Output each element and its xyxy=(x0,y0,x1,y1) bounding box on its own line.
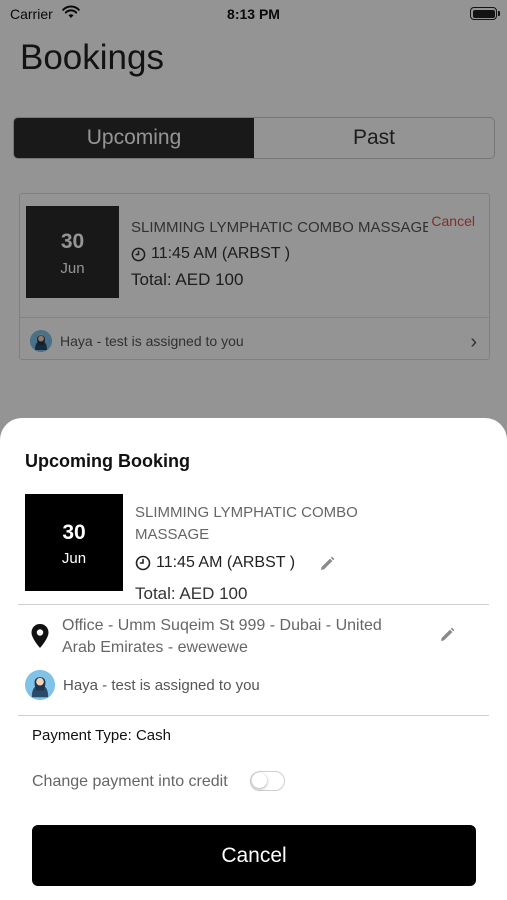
edit-time-icon[interactable] xyxy=(318,555,336,573)
upcoming-booking-sheet: Upcoming Booking 30 Jun SLIMMING LYMPHAT… xyxy=(0,418,507,900)
credit-toggle-label: Change payment into credit xyxy=(32,773,228,790)
sheet-assigned-row: Haya - test is assigned to you xyxy=(25,670,260,700)
avatar xyxy=(25,670,55,700)
sheet-time: 11:45 AM (ARBST ) xyxy=(135,554,295,572)
payment-type: Payment Type: Cash xyxy=(32,727,171,744)
sheet-date-month: Jun xyxy=(61,550,87,567)
sheet-date-badge: 30 Jun xyxy=(25,494,123,591)
edit-address-icon[interactable] xyxy=(438,626,456,644)
divider xyxy=(18,604,489,605)
credit-toggle[interactable] xyxy=(250,771,285,791)
divider xyxy=(18,715,489,716)
sheet-time-text: 11:45 AM (ARBST ) xyxy=(156,554,296,571)
sheet-address: Office - Umm Suqeim St 999 - Dubai - Uni… xyxy=(62,617,382,656)
clock-icon xyxy=(135,555,151,571)
cancel-booking-button[interactable]: Cancel xyxy=(32,825,476,886)
location-pin-icon xyxy=(31,624,49,648)
sheet-service-name: SLIMMING LYMPHATIC COMBO MASSAGE xyxy=(135,504,358,543)
sheet-total: Total: AED 100 xyxy=(135,584,248,603)
sheet-title: Upcoming Booking xyxy=(25,451,190,471)
sheet-date-day: 30 xyxy=(62,521,86,544)
sheet-assigned-text: Haya - test is assigned to you xyxy=(63,676,260,694)
